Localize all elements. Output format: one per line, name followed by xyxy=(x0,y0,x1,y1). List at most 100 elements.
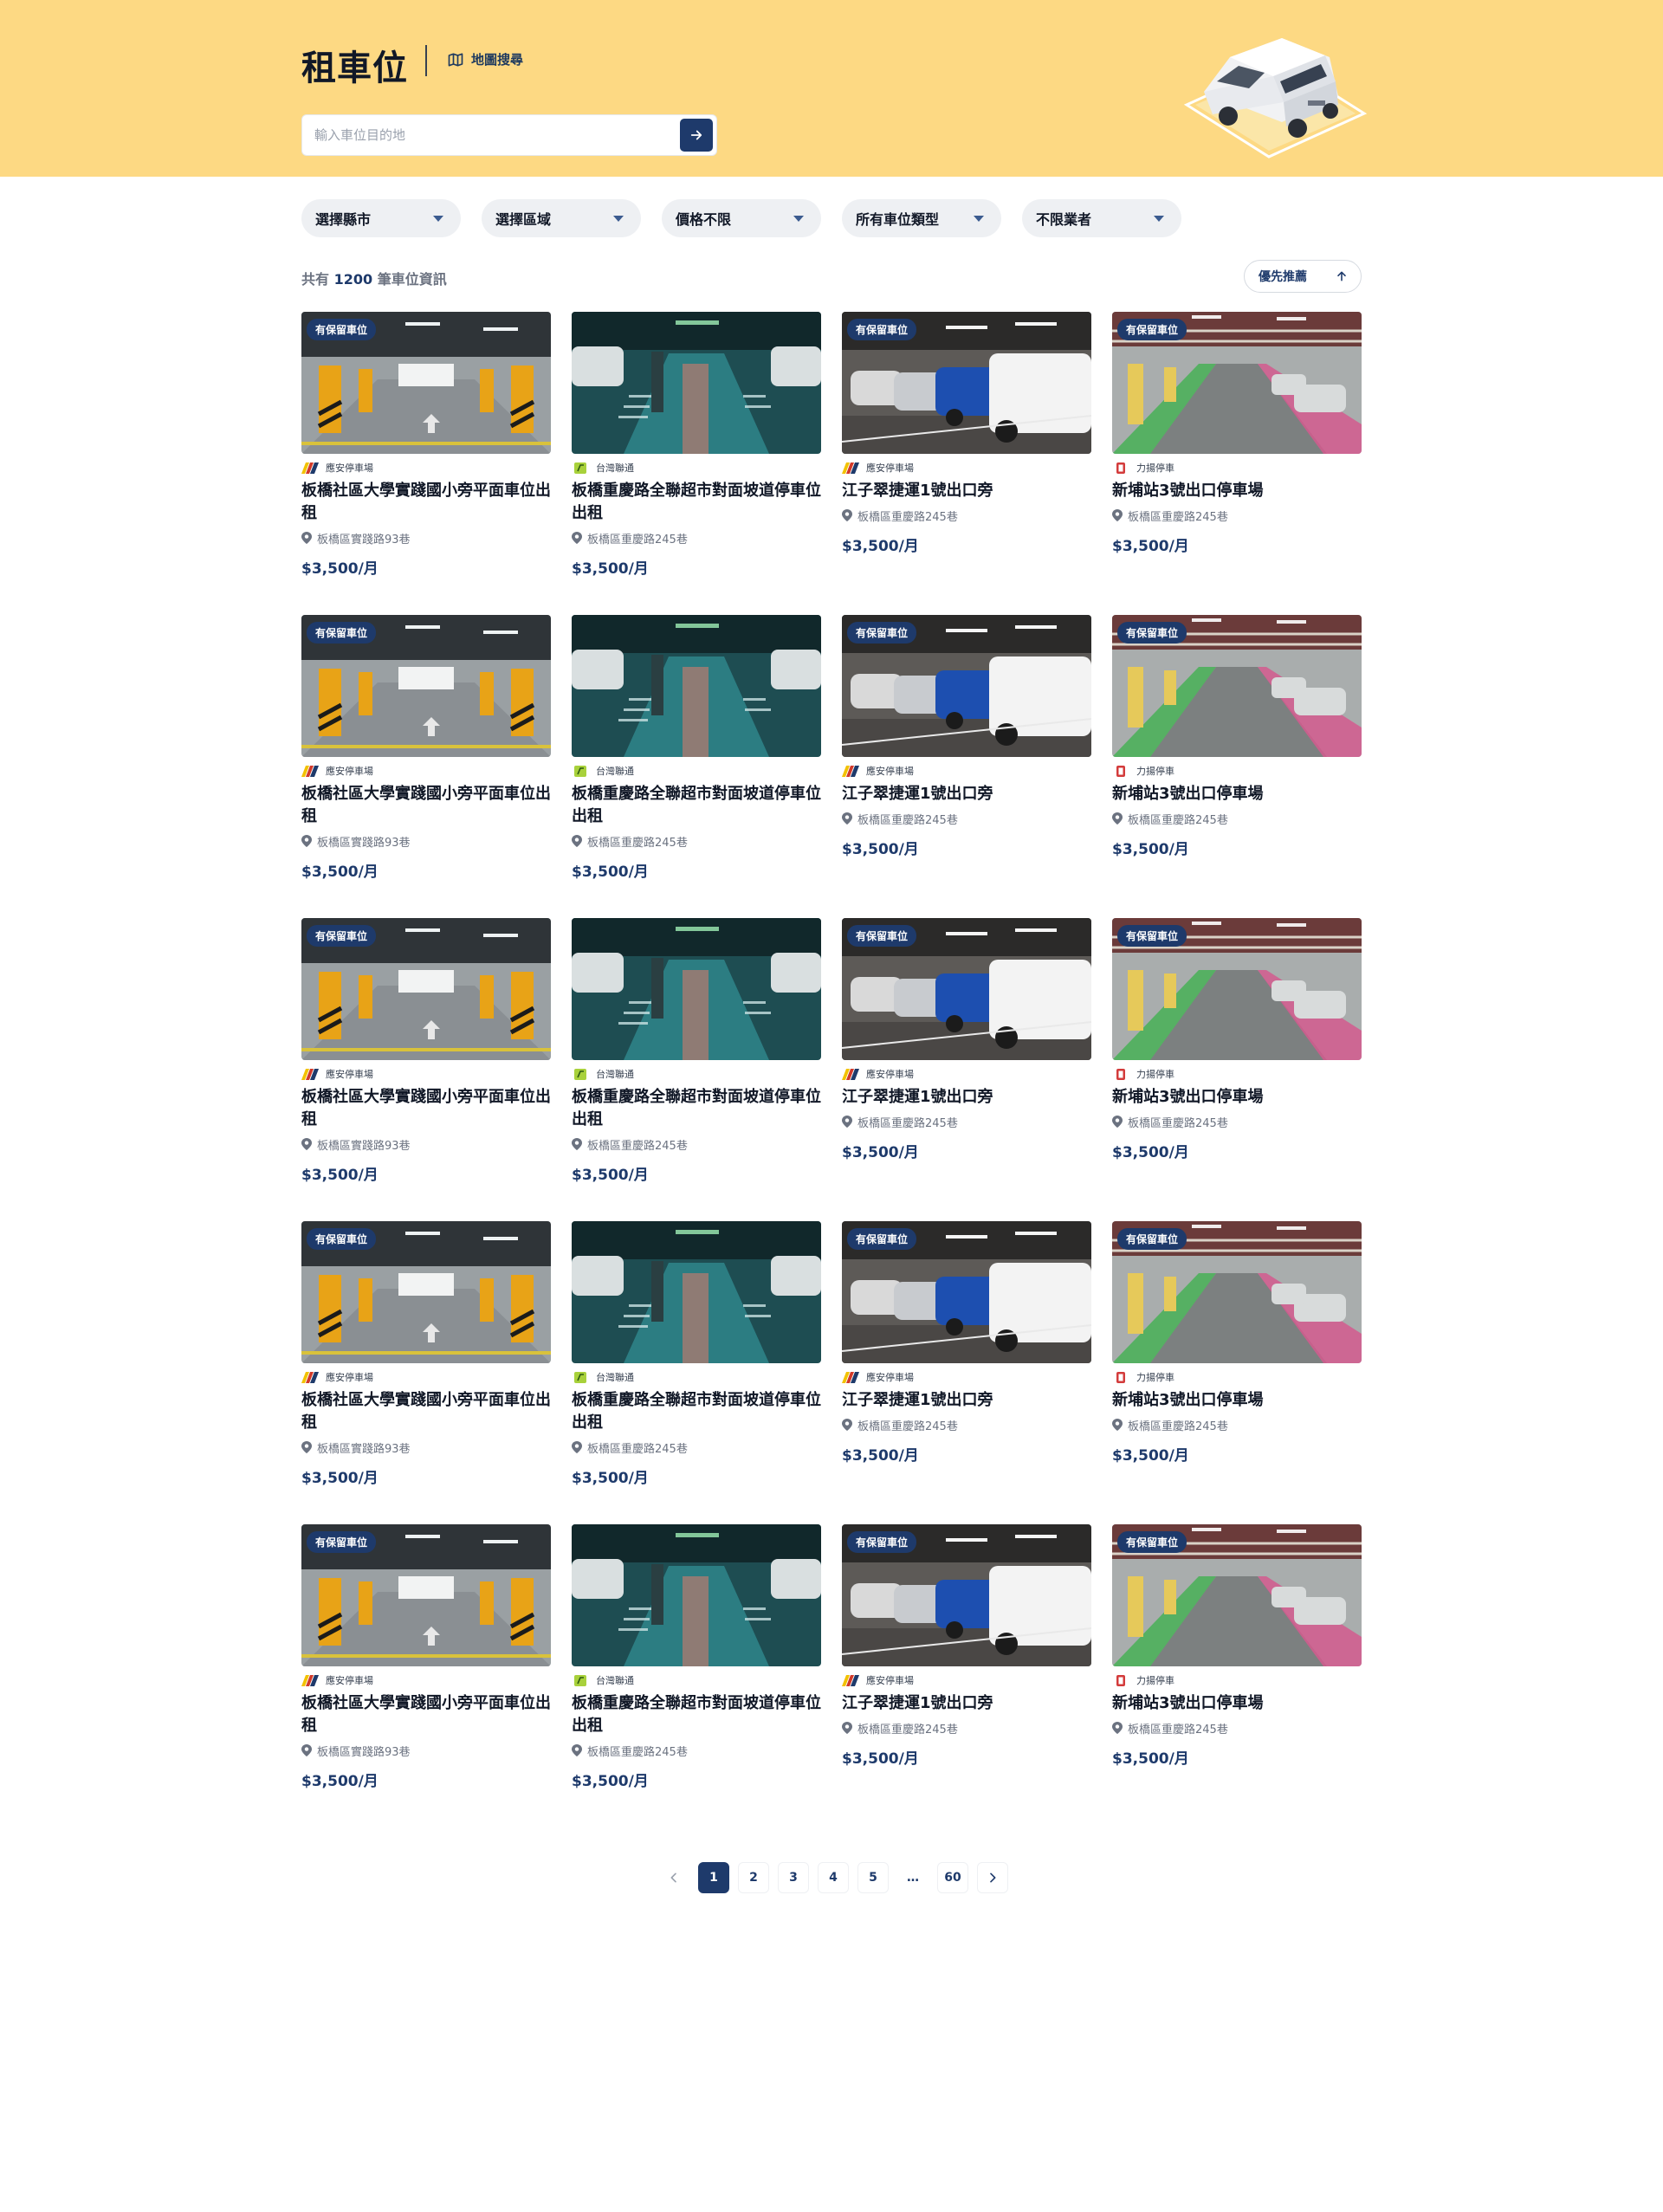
listing-address: 板橋區實踐路93巷 xyxy=(301,1136,551,1153)
listing-address: 板橋區重慶路245巷 xyxy=(1112,811,1362,827)
reserved-badge: 有保留車位 xyxy=(1117,622,1187,644)
listing-title[interactable]: 板橋重慶路全聯超市對面坡道停車位出租 xyxy=(572,480,821,525)
operator-logo-icon xyxy=(842,1674,859,1686)
sort-button[interactable]: 優先推薦 xyxy=(1244,260,1362,293)
listing-title[interactable]: 板橋社區大學實踐國小旁平面車位出租 xyxy=(301,1086,551,1131)
arrow-up-icon xyxy=(1337,271,1346,281)
listing-price: $3,500/月 xyxy=(1112,538,1189,555)
listing-card[interactable]: 台灣聯通 板橋重慶路全聯超市對面坡道停車位出租 板橋區重慶路245巷 $3,50… xyxy=(572,1221,821,1524)
page-button-1[interactable]: 1 xyxy=(698,1862,729,1893)
chevron-right-icon xyxy=(990,1872,996,1883)
prev-page-button[interactable] xyxy=(658,1862,689,1893)
listing-card[interactable]: 有保留車位 應安停車場 江子翠捷運1號出口旁 板橋區重慶路245巷 $3,500… xyxy=(842,918,1091,1221)
filter-city[interactable]: 選擇縣市 xyxy=(301,199,461,237)
listing-card[interactable]: 有保留車位 應安停車場 板橋社區大學實踐國小旁平面車位出租 板橋區實踐路93巷 … xyxy=(301,1221,551,1524)
filter-operator[interactable]: 不限業者 xyxy=(1022,199,1181,237)
operator-row: 應安停車場 xyxy=(301,1673,551,1687)
listing-price: $3,500/月 xyxy=(301,863,379,881)
listing-card[interactable]: 有保留車位 應安停車場 板橋社區大學實踐國小旁平面車位出租 板橋區實踐路93巷 … xyxy=(301,918,551,1221)
listing-grid: 有保留車位 應安停車場 板橋社區大學實踐國小旁平面車位出租 板橋區實踐路93巷 … xyxy=(301,312,1362,1827)
filter-price-label: 價格不限 xyxy=(676,211,732,228)
listing-card[interactable]: 有保留車位 應安停車場 板橋社區大學實踐國小旁平面車位出租 板橋區實踐路93巷 … xyxy=(301,1524,551,1827)
caret-down-icon xyxy=(1154,215,1164,222)
operator-logo-icon xyxy=(842,1371,859,1383)
map-search-link[interactable]: 地圖搜尋 xyxy=(447,50,523,68)
location-pin-icon xyxy=(301,835,312,847)
filter-city-label: 選擇縣市 xyxy=(315,211,372,228)
listing-title[interactable]: 板橋重慶路全聯超市對面坡道停車位出租 xyxy=(572,783,821,828)
listing-address: 板橋區重慶路245巷 xyxy=(572,530,821,547)
listing-title[interactable]: 板橋重慶路全聯超市對面坡道停車位出租 xyxy=(572,1692,821,1737)
listing-card[interactable]: 台灣聯通 板橋重慶路全聯超市對面坡道停車位出租 板橋區重慶路245巷 $3,50… xyxy=(572,1524,821,1827)
car-illustration xyxy=(1183,38,1368,158)
next-page-button[interactable] xyxy=(977,1862,1008,1893)
listing-price: $3,500/月 xyxy=(301,1167,379,1184)
page-button-3[interactable]: 3 xyxy=(778,1862,809,1893)
operator-row: 應安停車場 xyxy=(842,1370,1091,1384)
listing-card[interactable]: 台灣聯通 板橋重慶路全聯超市對面坡道停車位出租 板橋區重慶路245巷 $3,50… xyxy=(572,918,821,1221)
result-suffix: 筆車位資訊 xyxy=(377,271,447,288)
reserved-badge: 有保留車位 xyxy=(847,1531,917,1553)
listing-card[interactable]: 台灣聯通 板橋重慶路全聯超市對面坡道停車位出租 板橋區重慶路245巷 $3,50… xyxy=(572,615,821,918)
search-input[interactable] xyxy=(314,115,661,155)
listing-photo: 有保留車位 xyxy=(842,1524,1091,1666)
listing-card[interactable]: 有保留車位 力揚停車 新埔站3號出口停車場 板橋區重慶路245巷 $3,500/… xyxy=(1112,615,1362,918)
listing-card[interactable]: 有保留車位 力揚停車 新埔站3號出口停車場 板橋區重慶路245巷 $3,500/… xyxy=(1112,312,1362,615)
operator-name: 台灣聯通 xyxy=(596,766,634,777)
operator-row: 應安停車場 xyxy=(301,1067,551,1081)
title-divider xyxy=(425,45,427,76)
caret-down-icon xyxy=(974,215,984,222)
operator-name: 台灣聯通 xyxy=(596,1372,634,1383)
filter-district[interactable]: 選擇區域 xyxy=(482,199,641,237)
listing-card[interactable]: 有保留車位 應安停車場 江子翠捷運1號出口旁 板橋區重慶路245巷 $3,500… xyxy=(842,1221,1091,1524)
filter-price[interactable]: 價格不限 xyxy=(662,199,821,237)
operator-logo-icon xyxy=(572,765,589,777)
listing-photo: 有保留車位 xyxy=(842,615,1091,757)
listing-card[interactable]: 有保留車位 應安停車場 板橋社區大學實踐國小旁平面車位出租 板橋區實踐路93巷 … xyxy=(301,312,551,615)
search-box xyxy=(301,114,717,156)
operator-row: 力揚停車 xyxy=(1112,461,1362,475)
listing-card[interactable]: 有保留車位 應安停車場 江子翠捷運1號出口旁 板橋區重慶路245巷 $3,500… xyxy=(842,615,1091,918)
operator-name: 力揚停車 xyxy=(1136,1372,1174,1383)
listing-title[interactable]: 板橋社區大學實踐國小旁平面車位出租 xyxy=(301,1389,551,1434)
location-pin-icon xyxy=(842,1116,852,1128)
page-button-last[interactable]: 60 xyxy=(937,1862,968,1893)
listing-card[interactable]: 有保留車位 應安停車場 江子翠捷運1號出口旁 板橋區重慶路245巷 $3,500… xyxy=(842,1524,1091,1827)
listing-title[interactable]: 板橋社區大學實踐國小旁平面車位出租 xyxy=(301,480,551,525)
listing-address: 板橋區重慶路245巷 xyxy=(842,508,1091,524)
operator-name: 應安停車場 xyxy=(866,766,914,777)
operator-row: 應安停車場 xyxy=(301,461,551,475)
listing-card[interactable]: 有保留車位 力揚停車 新埔站3號出口停車場 板橋區重慶路245巷 $3,500/… xyxy=(1112,1221,1362,1524)
filter-space-type[interactable]: 所有車位類型 xyxy=(842,199,1001,237)
listing-title[interactable]: 板橋重慶路全聯超市對面坡道停車位出租 xyxy=(572,1389,821,1434)
listing-card[interactable]: 有保留車位 應安停車場 板橋社區大學實踐國小旁平面車位出租 板橋區實踐路93巷 … xyxy=(301,615,551,918)
listing-title[interactable]: 板橋重慶路全聯超市對面坡道停車位出租 xyxy=(572,1086,821,1131)
location-pin-icon xyxy=(572,532,582,544)
address-text: 板橋區重慶路245巷 xyxy=(857,1116,958,1130)
operator-logo-icon xyxy=(301,1674,319,1686)
listing-card[interactable]: 台灣聯通 板橋重慶路全聯超市對面坡道停車位出租 板橋區重慶路245巷 $3,50… xyxy=(572,312,821,615)
listing-photo xyxy=(572,918,821,1060)
listing-card[interactable]: 有保留車位 力揚停車 新埔站3號出口停車場 板橋區重慶路245巷 $3,500/… xyxy=(1112,918,1362,1221)
address-text: 板橋區重慶路245巷 xyxy=(587,1442,688,1456)
location-pin-icon xyxy=(301,1441,312,1453)
listing-photo: 有保留車位 xyxy=(1112,312,1362,454)
page-button-2[interactable]: 2 xyxy=(738,1862,769,1893)
listing-price: $3,500/月 xyxy=(572,1470,649,1487)
listing-card[interactable]: 有保留車位 應安停車場 江子翠捷運1號出口旁 板橋區重慶路245巷 $3,500… xyxy=(842,312,1091,615)
search-submit-button[interactable] xyxy=(680,119,713,152)
listing-card[interactable]: 有保留車位 力揚停車 新埔站3號出口停車場 板橋區重慶路245巷 $3,500/… xyxy=(1112,1524,1362,1827)
operator-row: 台灣聯通 xyxy=(572,1673,821,1687)
listing-photo xyxy=(572,615,821,757)
address-text: 板橋區重慶路245巷 xyxy=(587,533,688,547)
address-text: 板橋區重慶路245巷 xyxy=(587,836,688,850)
sort-label: 優先推薦 xyxy=(1259,270,1307,284)
location-pin-icon xyxy=(842,1722,852,1734)
page-button-5[interactable]: 5 xyxy=(857,1862,889,1893)
address-text: 板橋區重慶路245巷 xyxy=(1128,510,1228,524)
listing-title[interactable]: 板橋社區大學實踐國小旁平面車位出租 xyxy=(301,1692,551,1737)
address-text: 板橋區重慶路245巷 xyxy=(857,1723,958,1737)
listing-title[interactable]: 板橋社區大學實踐國小旁平面車位出租 xyxy=(301,783,551,828)
page-button-4[interactable]: 4 xyxy=(818,1862,849,1893)
operator-row: 應安停車場 xyxy=(842,1067,1091,1081)
